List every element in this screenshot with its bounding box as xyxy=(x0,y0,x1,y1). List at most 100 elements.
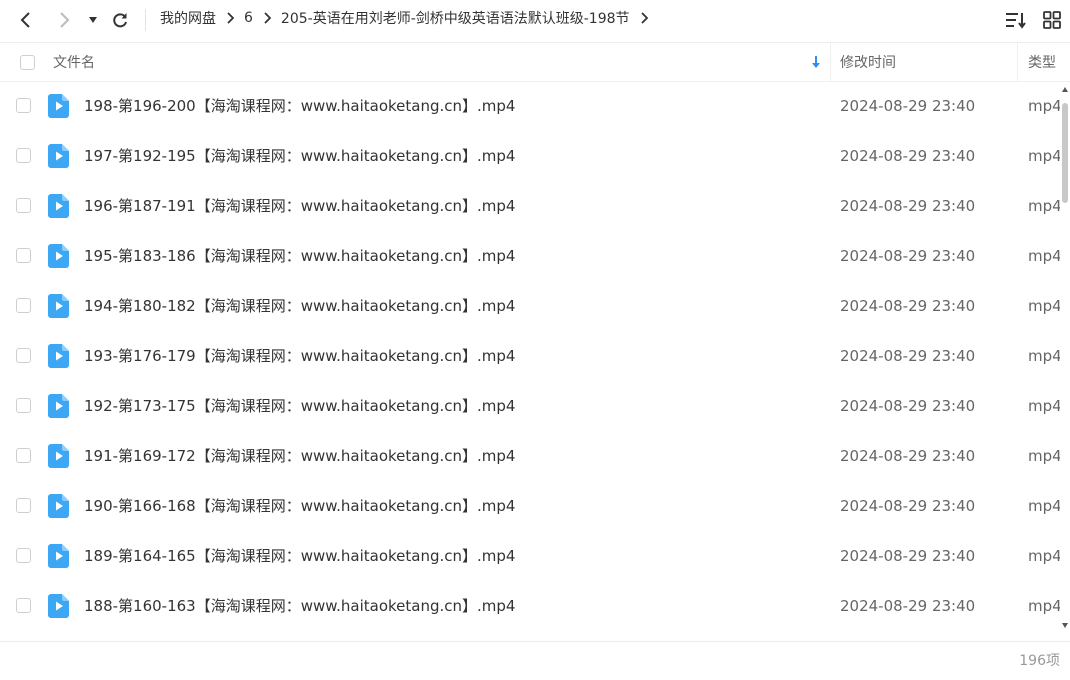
row-checkbox[interactable] xyxy=(16,248,31,263)
file-modified: 2024-08-29 23:40 xyxy=(840,397,976,415)
file-type: mp4 xyxy=(1028,347,1060,365)
column-divider xyxy=(830,43,831,81)
sort-descending-icon[interactable] xyxy=(810,43,822,81)
file-row[interactable]: 194-第180-182【海淘课程网：www.haitaoketang.cn】.… xyxy=(0,281,1060,331)
video-file-icon xyxy=(48,294,69,318)
column-name-header[interactable]: 文件名 xyxy=(53,43,95,81)
file-name[interactable]: 197-第192-195【海淘课程网：www.haitaoketang.cn】.… xyxy=(84,131,515,181)
file-type: mp4 xyxy=(1028,447,1060,465)
row-checkbox[interactable] xyxy=(16,548,31,563)
caret-down-icon xyxy=(89,17,97,23)
file-type: mp4 xyxy=(1028,247,1060,265)
file-type: mp4 xyxy=(1028,397,1060,415)
breadcrumb-chevron-icon xyxy=(640,12,648,24)
file-name[interactable]: 192-第173-175【海淘课程网：www.haitaoketang.cn】.… xyxy=(84,381,515,431)
video-file-icon xyxy=(48,394,69,418)
file-type: mp4 xyxy=(1028,497,1060,515)
file-name[interactable]: 195-第183-186【海淘课程网：www.haitaoketang.cn】.… xyxy=(84,231,515,281)
column-type-header[interactable]: 类型 xyxy=(1028,43,1056,81)
file-type: mp4 xyxy=(1028,97,1060,115)
file-row[interactable]: 195-第183-186【海淘课程网：www.haitaoketang.cn】.… xyxy=(0,231,1060,281)
row-checkbox[interactable] xyxy=(16,98,31,113)
file-row[interactable]: 190-第166-168【海淘课程网：www.haitaoketang.cn】.… xyxy=(0,481,1060,531)
row-checkbox[interactable] xyxy=(16,298,31,313)
breadcrumb-chevron-icon xyxy=(226,12,234,24)
column-header: 文件名 修改时间 类型 xyxy=(0,43,1070,82)
row-checkbox[interactable] xyxy=(16,598,31,613)
scroll-down-arrow-icon[interactable] xyxy=(1062,623,1068,628)
video-file-icon xyxy=(48,94,69,118)
video-file-icon xyxy=(48,544,69,568)
select-all-checkbox[interactable] xyxy=(20,54,35,70)
file-name[interactable]: 196-第187-191【海淘课程网：www.haitaoketang.cn】.… xyxy=(84,181,515,231)
status-bar: 196项 xyxy=(0,641,1070,678)
file-type: mp4 xyxy=(1028,197,1060,215)
file-type: mp4 xyxy=(1028,547,1060,565)
toolbar-divider xyxy=(145,9,146,31)
vertical-scrollbar[interactable] xyxy=(1060,81,1070,641)
forward-button[interactable] xyxy=(51,7,77,33)
video-file-icon xyxy=(48,594,69,618)
row-checkbox[interactable] xyxy=(16,498,31,513)
file-row[interactable]: 196-第187-191【海淘课程网：www.haitaoketang.cn】.… xyxy=(0,181,1060,231)
file-name[interactable]: 190-第166-168【海淘课程网：www.haitaoketang.cn】.… xyxy=(84,481,515,531)
sort-icon xyxy=(1006,13,1026,29)
file-row[interactable]: 189-第164-165【海淘课程网：www.haitaoketang.cn】.… xyxy=(0,531,1060,581)
file-row[interactable]: 192-第173-175【海淘课程网：www.haitaoketang.cn】.… xyxy=(0,381,1060,431)
video-file-icon xyxy=(48,494,69,518)
file-modified: 2024-08-29 23:40 xyxy=(840,197,976,215)
row-checkbox[interactable] xyxy=(16,198,31,213)
chevron-right-icon xyxy=(60,12,70,28)
file-modified: 2024-08-29 23:40 xyxy=(840,147,976,165)
grid-icon xyxy=(1043,11,1061,29)
file-modified: 2024-08-29 23:40 xyxy=(840,497,976,515)
select-all-checkbox-cell[interactable] xyxy=(20,43,35,81)
back-button[interactable] xyxy=(13,7,39,33)
chevron-left-icon xyxy=(20,12,30,28)
scroll-up-arrow-icon[interactable] xyxy=(1062,87,1068,92)
row-checkbox[interactable] xyxy=(16,148,31,163)
file-modified: 2024-08-29 23:40 xyxy=(840,447,976,465)
video-file-icon xyxy=(48,244,69,268)
file-modified: 2024-08-29 23:40 xyxy=(840,547,976,565)
file-name[interactable]: 198-第196-200【海淘课程网：www.haitaoketang.cn】.… xyxy=(84,81,515,131)
file-list: 198-第196-200【海淘课程网：www.haitaoketang.cn】.… xyxy=(0,81,1060,641)
toolbar: 我的网盘 6 205-英语在用刘老师-剑桥中级英语语法默认班级-198节 xyxy=(0,0,1070,43)
refresh-button[interactable] xyxy=(107,7,133,33)
file-row[interactable]: 197-第192-195【海淘课程网：www.haitaoketang.cn】.… xyxy=(0,131,1060,181)
file-row[interactable]: 188-第160-163【海淘课程网：www.haitaoketang.cn】.… xyxy=(0,581,1060,631)
file-name[interactable]: 191-第169-172【海淘课程网：www.haitaoketang.cn】.… xyxy=(84,431,515,481)
file-name[interactable]: 188-第160-163【海淘课程网：www.haitaoketang.cn】.… xyxy=(84,581,515,631)
item-count: 196项 xyxy=(1019,653,1060,669)
breadcrumb-item-current[interactable]: 205-英语在用刘老师-剑桥中级英语语法默认班级-198节 xyxy=(281,8,630,28)
video-file-icon xyxy=(48,194,69,218)
file-name[interactable]: 189-第164-165【海淘课程网：www.haitaoketang.cn】.… xyxy=(84,531,515,581)
breadcrumb-item-folder[interactable]: 6 xyxy=(244,10,253,26)
file-row[interactable]: 191-第169-172【海淘课程网：www.haitaoketang.cn】.… xyxy=(0,431,1060,481)
scrollbar-thumb[interactable] xyxy=(1062,103,1068,203)
file-row[interactable]: 193-第176-179【海淘课程网：www.haitaoketang.cn】.… xyxy=(0,331,1060,381)
row-checkbox[interactable] xyxy=(16,348,31,363)
breadcrumb: 我的网盘 6 205-英语在用刘老师-剑桥中级英语语法默认班级-198节 xyxy=(160,0,648,36)
file-modified: 2024-08-29 23:40 xyxy=(840,97,976,115)
breadcrumb-item-root[interactable]: 我的网盘 xyxy=(160,8,216,28)
grid-view-button[interactable] xyxy=(1040,8,1064,32)
video-file-icon xyxy=(48,344,69,368)
refresh-icon xyxy=(113,13,127,28)
sort-button[interactable] xyxy=(1004,8,1028,32)
file-type: mp4 xyxy=(1028,597,1060,615)
file-modified: 2024-08-29 23:40 xyxy=(840,597,976,615)
file-modified: 2024-08-29 23:40 xyxy=(840,297,976,315)
row-checkbox[interactable] xyxy=(16,398,31,413)
file-name[interactable]: 194-第180-182【海淘课程网：www.haitaoketang.cn】.… xyxy=(84,281,515,331)
column-modified-header[interactable]: 修改时间 xyxy=(840,43,896,81)
file-type: mp4 xyxy=(1028,147,1060,165)
file-row[interactable]: 198-第196-200【海淘课程网：www.haitaoketang.cn】.… xyxy=(0,81,1060,131)
history-dropdown-button[interactable] xyxy=(81,7,105,33)
breadcrumb-chevron-icon xyxy=(263,12,271,24)
file-modified: 2024-08-29 23:40 xyxy=(840,347,976,365)
file-name[interactable]: 193-第176-179【海淘课程网：www.haitaoketang.cn】.… xyxy=(84,331,515,381)
video-file-icon xyxy=(48,144,69,168)
file-modified: 2024-08-29 23:40 xyxy=(840,247,976,265)
row-checkbox[interactable] xyxy=(16,448,31,463)
